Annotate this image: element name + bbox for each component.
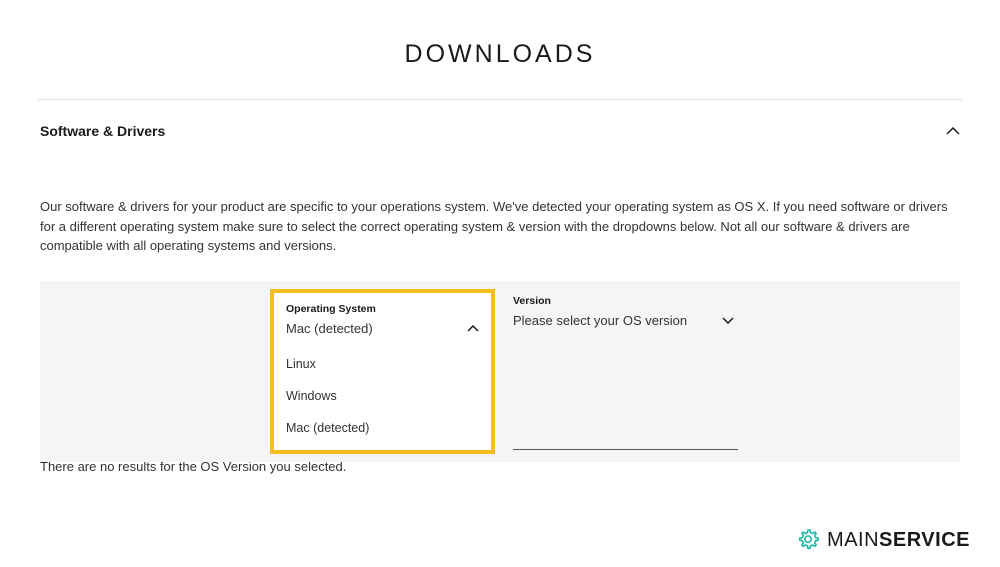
section-description: Our software & drivers for your product … [40, 197, 960, 256]
logo-text: MAINSERVICE [827, 529, 970, 552]
os-option-mac[interactable]: Mac (detected) [286, 412, 479, 444]
os-select[interactable]: Mac (detected) [286, 319, 479, 338]
divider [38, 99, 962, 100]
primary-filters: Operating System Mac (detected) Linux Wi… [40, 281, 960, 462]
version-select[interactable]: Please select your OS version [513, 311, 734, 330]
os-filter-block: Operating System Mac (detected) Linux Wi… [270, 289, 495, 454]
version-placeholder: Please select your OS version [513, 313, 687, 328]
os-filter-label: Operating System [286, 303, 479, 315]
version-filter-label: Version [513, 295, 734, 307]
logo-part2: SERVICE [879, 529, 970, 551]
chevron-up-icon [467, 325, 479, 332]
chevron-down-icon [722, 317, 734, 324]
os-selected-value: Mac (detected) [286, 321, 373, 336]
page-title: DOWNLOADS [40, 0, 960, 99]
section-header[interactable]: Software & Drivers [40, 115, 960, 147]
section-title: Software & Drivers [40, 123, 165, 139]
os-option-linux[interactable]: Linux [286, 348, 479, 380]
os-option-windows[interactable]: Windows [286, 380, 479, 412]
gear-icon [795, 527, 821, 553]
os-dropdown-options: Linux Windows Mac (detected) [286, 348, 479, 444]
chevron-up-icon [946, 127, 960, 135]
logo-part1: MAIN [827, 529, 879, 551]
logo-badge: MAINSERVICE [745, 515, 1000, 567]
version-filter-block: Version Please select your OS version [513, 293, 738, 450]
